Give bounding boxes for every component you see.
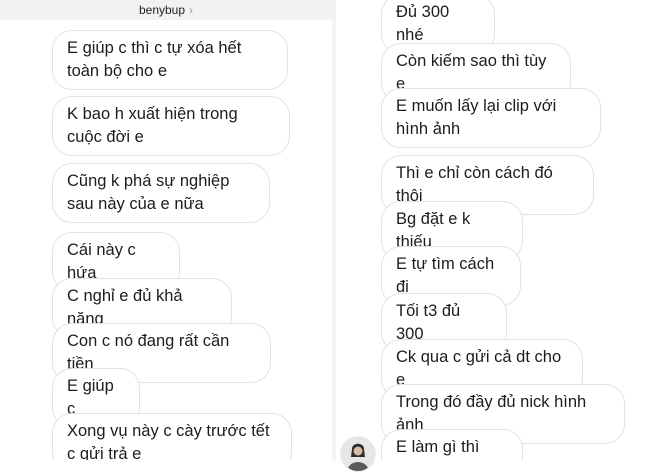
message-text: Cái này c hứa <box>67 241 136 282</box>
message-text: E tự tìm cách đi <box>396 255 495 296</box>
message-bubble[interactable]: Xong vụ này c cày trước tết c gửi trả e <box>52 413 292 460</box>
message-bubble[interactable]: Cũng k phá sự nghiệp sau này của e nữa <box>52 163 270 223</box>
message-text: Đủ 300 nhé <box>396 3 450 44</box>
message-text: C nghỉ e đủ khả năng <box>67 287 183 328</box>
message-text: Bg đặt e k thiếu <box>396 210 471 251</box>
message-text: Con c nó đang rất cần tiền <box>67 332 230 373</box>
message-bubble[interactable]: E giúp c thì c tự xóa hết toàn bộ cho e <box>52 30 288 90</box>
message-text: E muốn lấy lại clip với hình ảnh <box>396 97 557 138</box>
message-text: K bao h xuất hiện trong cuộc đời e <box>67 105 238 146</box>
right-chat-panel: Đủ 300 nhé Còn kiếm sao thì tùy e E muốn… <box>336 0 660 460</box>
message-bubble[interactable]: E muốn lấy lại clip với hình ảnh <box>381 88 601 148</box>
message-text: E làm gì thì làm <box>396 438 480 456</box>
chevron-right-icon[interactable]: › <box>189 3 193 17</box>
message-bubble[interactable]: K bao h xuất hiện trong cuộc đời e <box>52 96 290 156</box>
chat-username[interactable]: benybup <box>139 3 185 17</box>
message-text: E giúp c <box>67 377 114 418</box>
message-text: Xong vụ này c cày trước tết c gửi trả e <box>67 422 270 460</box>
chat-header[interactable]: benybup › <box>0 0 332 20</box>
avatar-image <box>341 437 375 471</box>
message-text: Còn kiếm sao thì tùy e <box>396 52 547 93</box>
message-text: Cũng k phá sự nghiệp sau này của e nữa <box>67 172 230 213</box>
message-bubble[interactable]: E làm gì thì làm <box>381 429 523 460</box>
profile-avatar[interactable] <box>340 436 376 472</box>
message-text: Tối t3 đủ 300 <box>396 302 461 343</box>
message-text: E giúp c thì c tự xóa hết toàn bộ cho e <box>67 39 242 80</box>
left-chat-panel: benybup › E giúp c thì c tự xóa hết toàn… <box>0 0 332 460</box>
message-text: Trong đó đầy đủ nick hình ảnh <box>396 393 587 434</box>
message-text: Thì e chỉ còn cách đó thôi <box>396 164 553 205</box>
message-text: Ck qua c gửi cả dt cho e <box>396 348 562 389</box>
